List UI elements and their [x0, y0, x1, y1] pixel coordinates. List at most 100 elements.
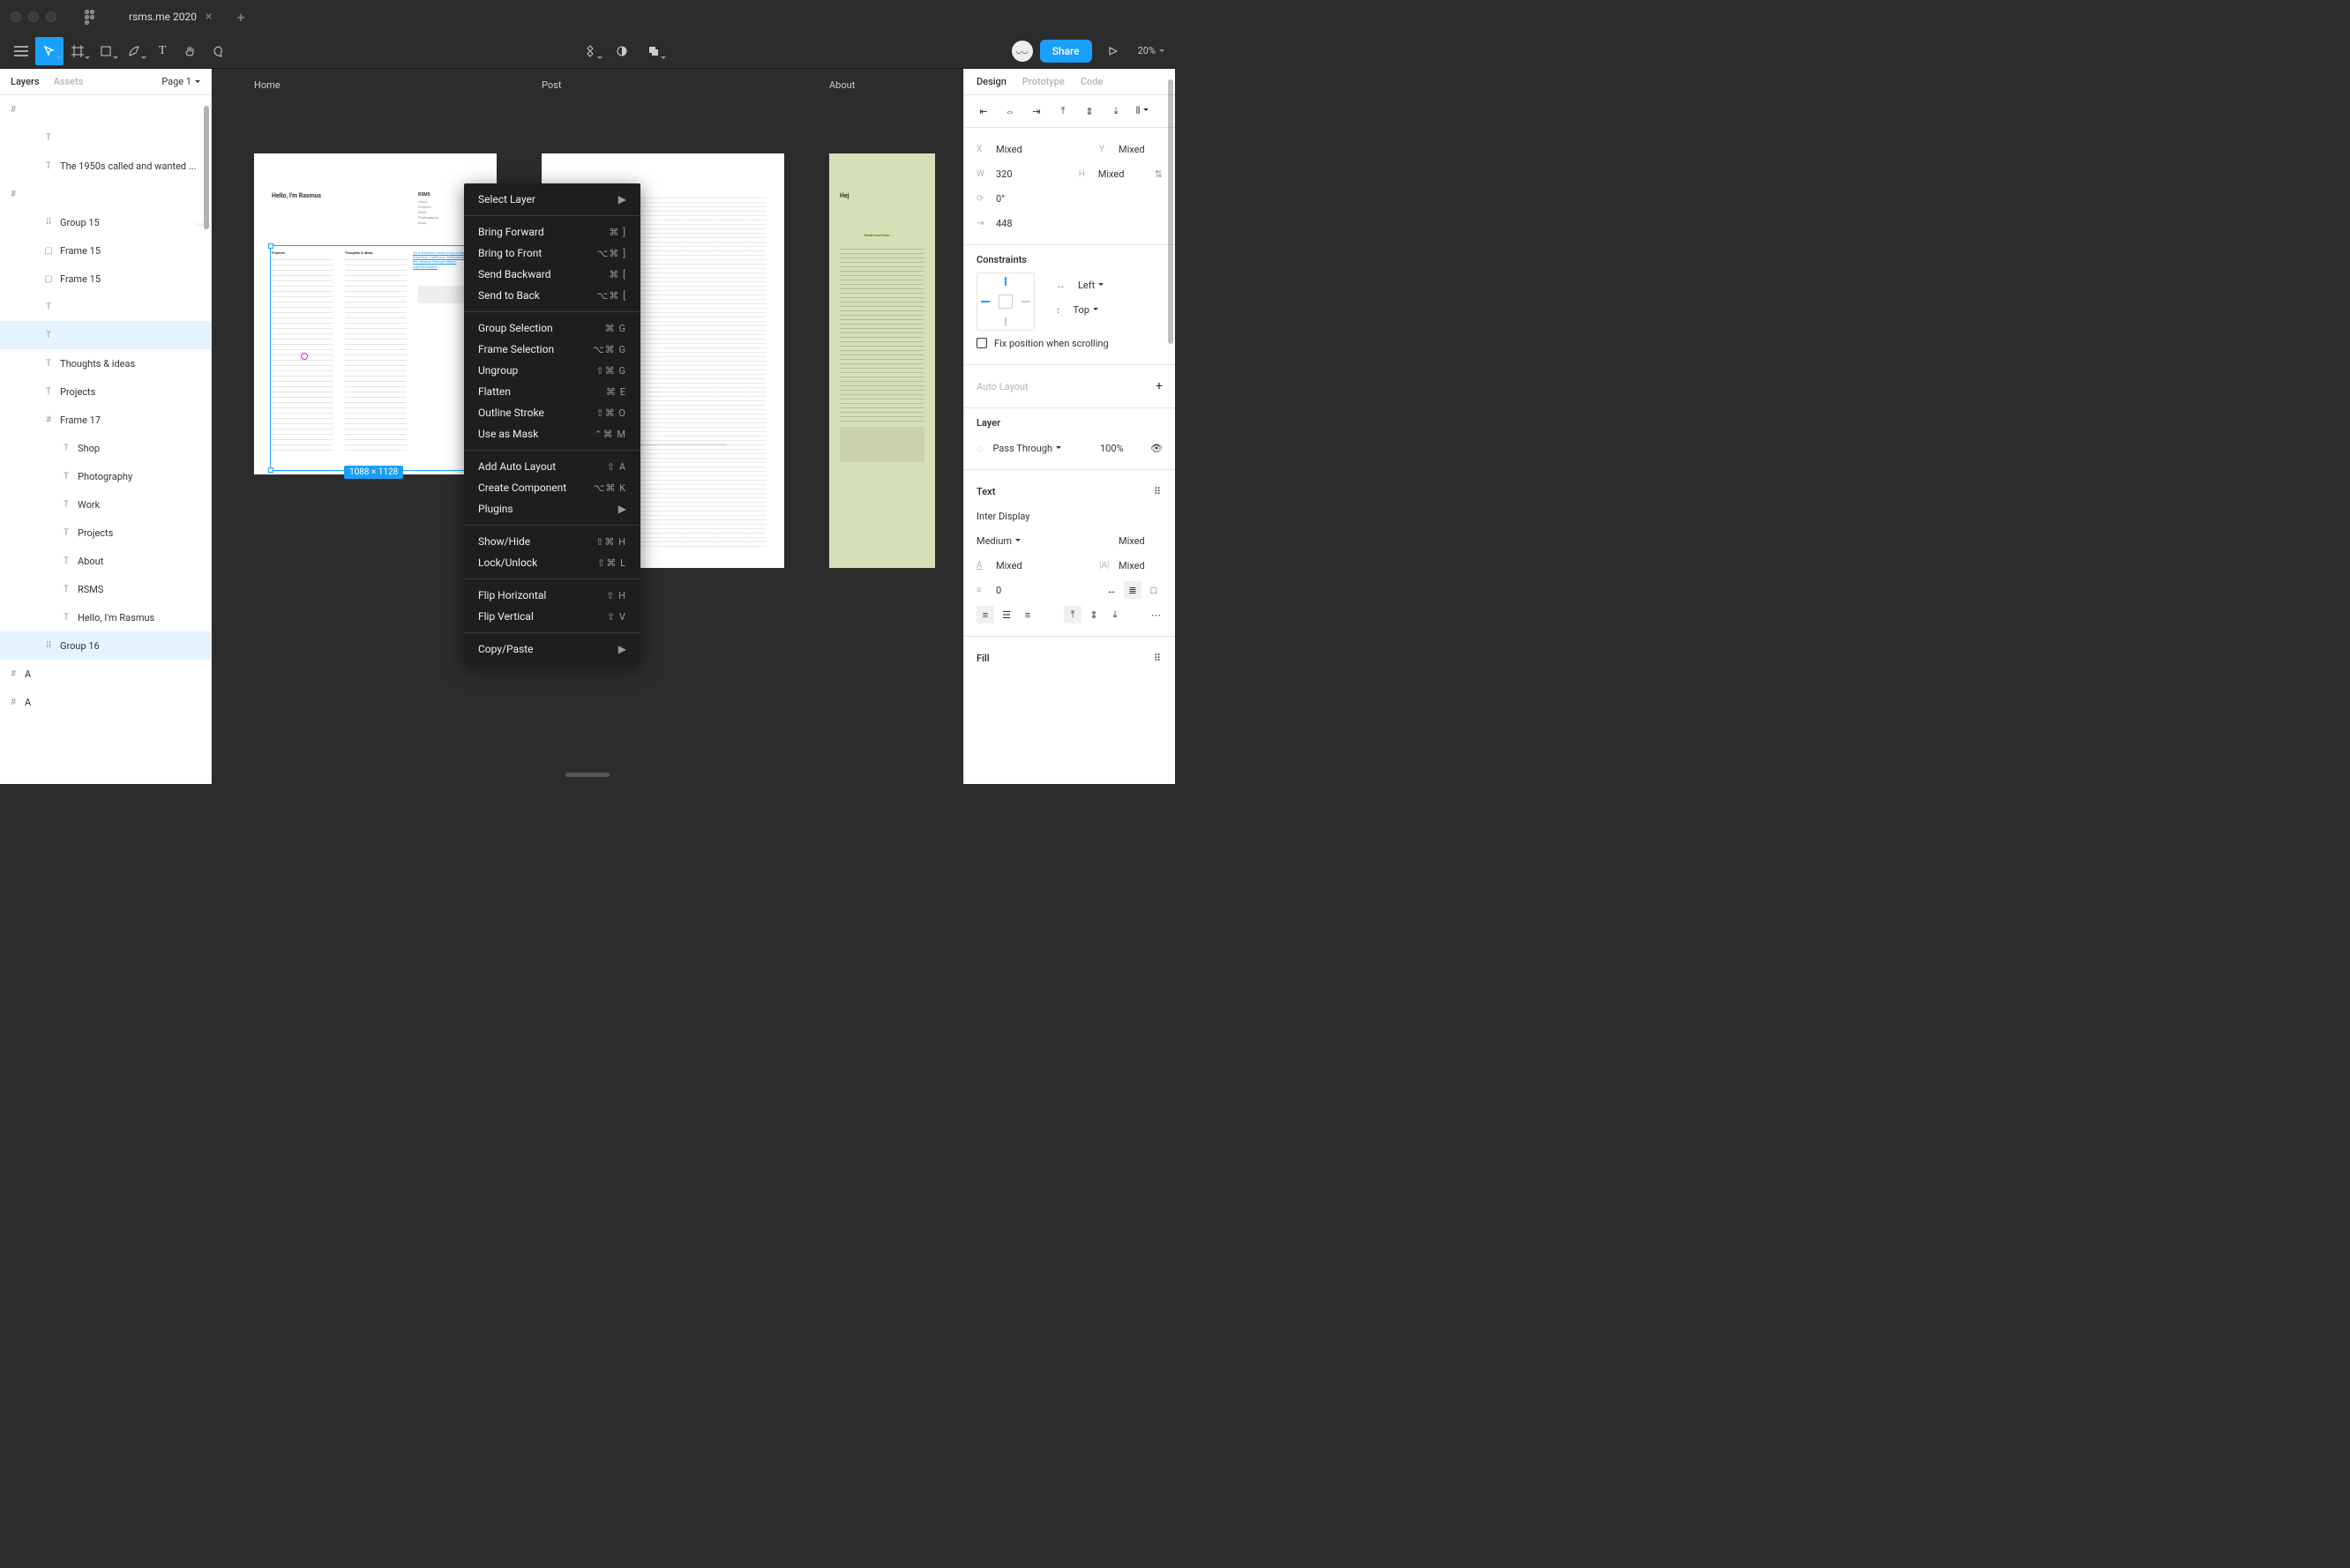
menu-icon[interactable] — [7, 37, 35, 65]
layer-row[interactable]: TShop — [0, 434, 211, 462]
text-valign-bottom-icon[interactable]: ⤓ — [1106, 606, 1124, 623]
line-height-input[interactable] — [996, 560, 1040, 571]
zoom-dot[interactable] — [46, 11, 56, 22]
align-vcenter-icon[interactable]: ⇕ — [1082, 104, 1096, 118]
menu-item[interactable]: Add Auto Layout⇧ A — [464, 456, 640, 477]
menu-item[interactable]: Use as Mask⌃⌘ M — [464, 423, 640, 444]
page-dropdown[interactable]: Page 1 — [161, 76, 200, 87]
layer-row[interactable]: T — [0, 123, 211, 152]
layer-row[interactable]: TPhotography — [0, 462, 211, 490]
boolean-icon[interactable] — [640, 37, 668, 65]
tab-code[interactable]: Code — [1081, 76, 1104, 87]
font-weight-dropdown[interactable]: Medium — [977, 535, 1021, 547]
layer-row[interactable]: THello, I'm Rasmus — [0, 603, 211, 631]
w-input[interactable] — [996, 168, 1040, 180]
share-button[interactable]: Share — [1040, 40, 1092, 63]
fixed-size-icon[interactable]: □ — [1145, 581, 1163, 599]
font-family-dropdown[interactable]: Inter Display — [977, 511, 1029, 522]
zoom-dropdown[interactable]: 20% — [1134, 45, 1168, 56]
minimize-dot[interactable] — [28, 11, 39, 22]
close-tab-icon[interactable]: × — [206, 10, 212, 24]
constraint-h-dropdown[interactable]: Left — [1078, 280, 1104, 291]
layer-row[interactable]: TAbout — [0, 547, 211, 575]
layer-row[interactable]: #A — [0, 688, 211, 716]
tab-design[interactable]: Design — [977, 76, 1007, 87]
hidden-icon[interactable]: ◡ — [196, 218, 204, 228]
add-auto-layout-icon[interactable]: + — [1156, 379, 1163, 393]
file-tab[interactable]: rsms.me 2020 × — [118, 4, 222, 29]
menu-item[interactable]: Frame Selection⌥⌘ G — [464, 339, 640, 360]
align-bottom-icon[interactable]: ⤓ — [1109, 104, 1123, 118]
layer-row[interactable]: ⠿Group 16 — [0, 631, 211, 660]
user-avatar[interactable]: ◡◡ — [1012, 41, 1033, 62]
frame-label[interactable]: Post — [542, 79, 561, 91]
h-input[interactable] — [1098, 168, 1142, 180]
layer-row[interactable]: #A — [0, 660, 211, 688]
add-tab-icon[interactable]: + — [236, 9, 244, 26]
menu-item[interactable]: Outline Stroke⇧⌘ O — [464, 402, 640, 423]
link-dims-icon[interactable]: ⇅ — [1155, 168, 1163, 180]
rotation-input[interactable] — [996, 193, 1040, 205]
layer-row[interactable]: ▢Frame 15 — [0, 236, 211, 265]
close-dot[interactable] — [11, 11, 21, 22]
opacity-input[interactable] — [1089, 443, 1124, 454]
layer-row[interactable]: #Frame 17 — [0, 406, 211, 434]
menu-item[interactable]: Ungroup⇧⌘ G — [464, 360, 640, 381]
x-input[interactable] — [996, 144, 1040, 155]
layer-row[interactable]: TProjects — [0, 377, 211, 406]
menu-item[interactable]: Flatten⌘ E — [464, 381, 640, 402]
align-left-icon[interactable]: ⇤ — [977, 104, 991, 118]
align-top-icon[interactable]: ⤒ — [1056, 104, 1070, 118]
pen-tool[interactable] — [120, 37, 148, 65]
layer-row[interactable]: TRSMS — [0, 575, 211, 603]
text-valign-middle-icon[interactable]: ⇕ — [1085, 606, 1103, 623]
inspector-scrollbar[interactable] — [1168, 79, 1173, 344]
align-right-icon[interactable]: ⇥ — [1029, 104, 1044, 118]
artboard-about[interactable]: Hej Read more here → — [829, 153, 935, 568]
font-size-input[interactable] — [1119, 535, 1163, 547]
layer-row[interactable]: TProjects — [0, 519, 211, 547]
menu-item[interactable]: Send to Back⌥⌘ [ — [464, 285, 640, 306]
frame-label[interactable]: Home — [254, 79, 281, 91]
mask-icon[interactable] — [608, 37, 636, 65]
fill-styles-icon[interactable]: ⠿ — [1154, 653, 1163, 664]
tab-prototype[interactable]: Prototype — [1022, 76, 1065, 87]
menu-item[interactable]: Flip Horizontal⇧ H — [464, 585, 640, 606]
layer-row[interactable]: T — [0, 293, 211, 321]
layer-row[interactable]: # — [0, 95, 211, 123]
canvas-scrollbar[interactable] — [565, 773, 610, 777]
canvas[interactable]: Home Post About Hello, I'm Rasmus RSMS A… — [212, 69, 963, 784]
align-hcenter-icon[interactable]: ⇔ — [1003, 104, 1017, 118]
present-icon[interactable] — [1099, 37, 1127, 65]
selection-box[interactable] — [270, 245, 480, 471]
layer-row[interactable]: T — [0, 321, 211, 349]
menu-item[interactable]: Create Component⌥⌘ K — [464, 477, 640, 498]
layer-row[interactable]: ⠿Group 15◡ — [0, 208, 211, 236]
y-input[interactable] — [1119, 144, 1163, 155]
tab-assets[interactable]: Assets — [54, 76, 84, 87]
layer-row[interactable]: TThe 1950s called and wanted ... — [0, 152, 211, 180]
tab-layers[interactable]: Layers — [11, 76, 40, 87]
text-align-right-icon[interactable]: ≡ — [1019, 606, 1037, 623]
menu-item[interactable]: Group Selection⌘ G — [464, 317, 640, 339]
auto-height-icon[interactable]: ≣ — [1124, 581, 1141, 599]
comment-tool[interactable] — [205, 37, 233, 65]
layer-row[interactable]: TWork — [0, 490, 211, 519]
text-align-left-icon[interactable]: ≡ — [977, 606, 994, 623]
paragraph-input[interactable] — [996, 585, 1040, 596]
figma-logo-icon[interactable] — [85, 10, 99, 24]
distribute-icon[interactable]: ⫴ — [1135, 104, 1149, 118]
context-menu[interactable]: Select Layer▶Bring Forward⌘ ]Bring to Fr… — [464, 183, 640, 665]
text-styles-icon[interactable]: ⠿ — [1154, 486, 1163, 497]
text-valign-top-icon[interactable]: ⤒ — [1064, 606, 1081, 623]
layer-row[interactable]: ▢Frame 15 — [0, 265, 211, 293]
menu-item[interactable]: Plugins▶ — [464, 498, 640, 519]
text-tool[interactable]: T — [148, 37, 176, 65]
constraint-widget[interactable] — [977, 273, 1035, 331]
spacing-input[interactable] — [996, 218, 1040, 229]
layers-scrollbar[interactable] — [204, 106, 209, 229]
constraint-v-dropdown[interactable]: Top — [1074, 304, 1098, 316]
menu-item[interactable]: Show/Hide⇧⌘ H — [464, 531, 640, 552]
hand-tool[interactable] — [176, 37, 205, 65]
shape-tool[interactable] — [92, 37, 120, 65]
